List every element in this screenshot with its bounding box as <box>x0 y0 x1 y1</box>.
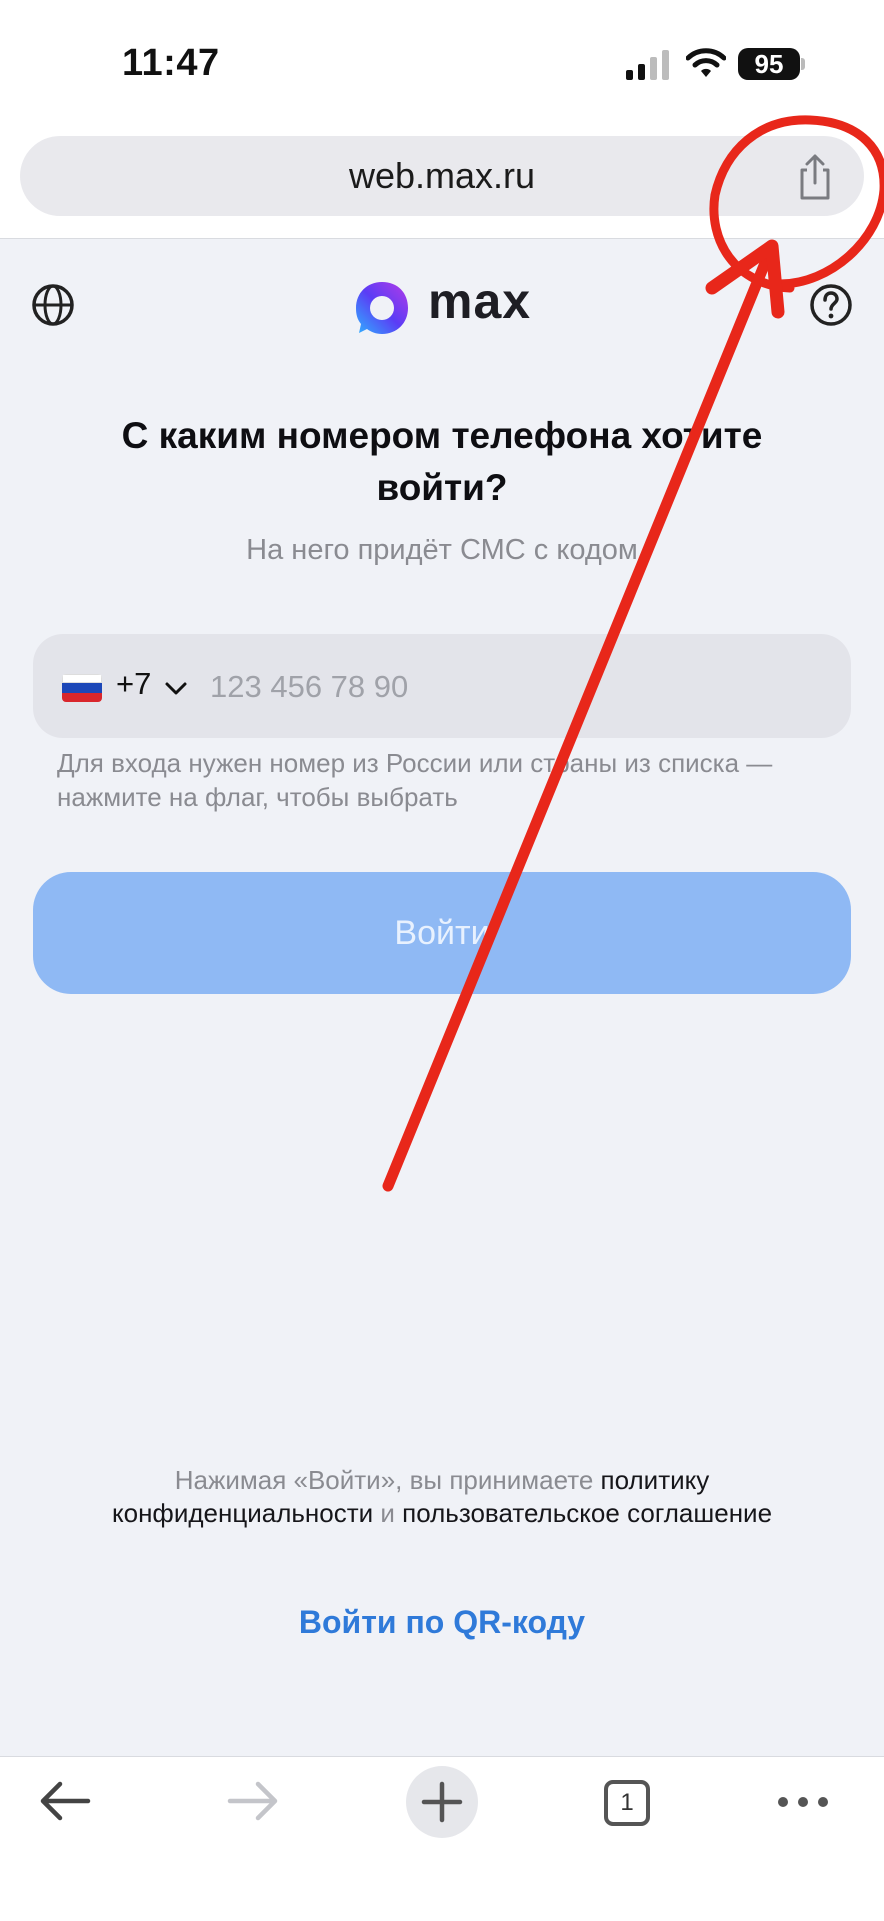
share-icon[interactable] <box>790 152 840 202</box>
annotation-arrowhead <box>705 239 785 319</box>
country-code[interactable]: +7 <box>116 666 151 702</box>
russia-flag-icon[interactable] <box>62 674 102 702</box>
new-tab-button[interactable] <box>406 1766 478 1838</box>
legal-prefix: Нажимая «Войти», вы принимаете <box>174 1465 601 1495</box>
address-bar-url: web.max.ru <box>348 155 536 196</box>
legal-notice: Нажимая «Войти», вы принимаете политику … <box>100 1464 784 1530</box>
max-logo-icon <box>356 282 408 334</box>
page-title: С каким номером телефона хотите войти? <box>121 415 763 508</box>
phone-hint: Для входа нужен номер из России или стра… <box>57 748 773 812</box>
qr-login-link[interactable]: Войти по QR-коду <box>0 1604 884 1641</box>
wifi-icon <box>686 48 726 77</box>
phone-input[interactable] <box>208 652 822 722</box>
tabs-button[interactable]: 1 <box>604 1780 650 1826</box>
status-time: 11:47 <box>122 42 220 84</box>
plus-icon <box>421 1781 463 1823</box>
help-icon[interactable] <box>808 282 854 328</box>
battery-tip <box>801 58 805 70</box>
logo-text: max <box>428 273 532 329</box>
back-arrow-icon[interactable] <box>38 1778 92 1824</box>
legal-conjunction: и <box>373 1498 403 1528</box>
address-bar[interactable]: web.max.ru <box>20 136 864 216</box>
cellular-signal-icon <box>626 50 669 80</box>
chevron-down-icon[interactable] <box>164 676 188 700</box>
globe-icon[interactable] <box>30 282 76 328</box>
battery-indicator: 95 <box>738 48 800 80</box>
page-subtitle: На него придёт СМС с кодом <box>246 534 638 566</box>
forward-arrow-icon[interactable] <box>226 1778 280 1824</box>
login-button[interactable]: Войти <box>33 872 851 994</box>
terms-link[interactable]: пользовательское соглашение <box>402 1498 772 1528</box>
more-icon[interactable] <box>776 1792 830 1812</box>
